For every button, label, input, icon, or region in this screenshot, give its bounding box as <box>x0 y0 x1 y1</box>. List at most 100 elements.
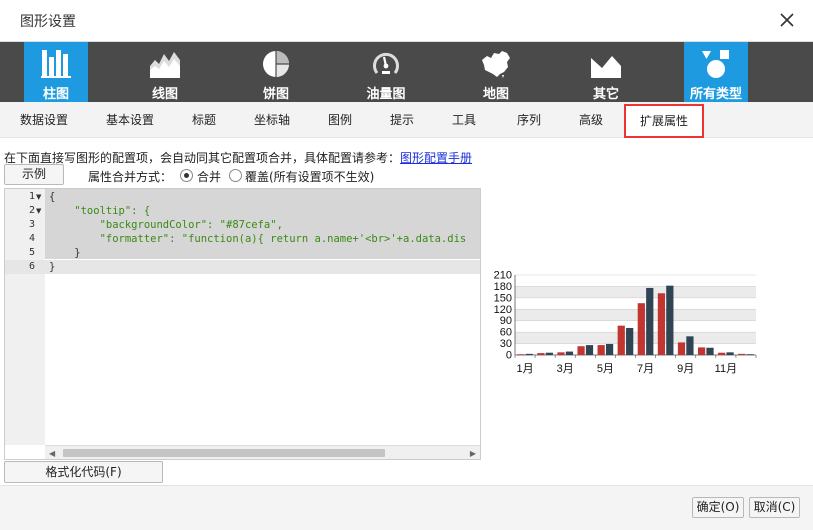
chart-bar <box>666 285 674 355</box>
chart-bar <box>746 354 754 356</box>
line-number: 4 <box>28 233 35 244</box>
chart-y-tick-label: 60 <box>500 327 512 339</box>
chart-type-label: 线图 <box>151 87 178 102</box>
chart-x-tick-label: 7月 <box>637 363 654 375</box>
scrollbar-thumb[interactable] <box>63 449 385 457</box>
chart-bar <box>738 353 746 355</box>
fold-arrow-icon[interactable]: ▼ <box>36 207 41 215</box>
dialog-footer: 确定(O) 取消(C) <box>0 485 813 530</box>
chart-y-tick-label: 210 <box>494 270 512 282</box>
chart-y-tick-label: 120 <box>494 304 512 316</box>
bar-chart-icon <box>41 50 71 78</box>
merge-radio[interactable] <box>180 169 193 182</box>
chart-grid-band <box>515 286 756 298</box>
horizontal-scrollbar[interactable]: ◀ ▶ <box>45 445 480 459</box>
line-number: 6 <box>28 261 35 272</box>
scroll-right-icon[interactable]: ▶ <box>470 449 476 458</box>
chart-type-all-button[interactable]: 所有类型 <box>684 42 748 102</box>
chart-bar <box>726 352 734 355</box>
chart-bar <box>537 353 545 355</box>
chart-type-other-button[interactable]: 其它 <box>574 42 638 102</box>
tab-legend[interactable]: 图例 <box>328 102 352 138</box>
chart-type-label: 饼图 <box>262 87 289 102</box>
chart-type-label: 其它 <box>592 87 619 102</box>
chart-x-tick-label: 11月 <box>715 363 737 375</box>
other-chart-icon <box>591 56 621 78</box>
chart-bar <box>525 353 533 355</box>
chart-bar <box>617 325 625 355</box>
tab-title[interactable]: 标题 <box>192 102 216 138</box>
chart-bar <box>577 346 585 355</box>
tab-basic-settings[interactable]: 基本设置 <box>106 102 154 138</box>
chart-type-label: 地图 <box>482 87 509 102</box>
chart-y-tick-label: 180 <box>494 281 512 293</box>
chart-type-gauge-button[interactable]: 油量图 <box>354 42 418 102</box>
chart-bar <box>605 343 614 355</box>
line-number: 3 <box>28 219 35 230</box>
settings-tabs: 数据设置 基本设置 标题 坐标轴 图例 提示 工具 序列 高级 扩展属性 <box>0 102 813 138</box>
chart-y-tick-label: 90 <box>500 315 512 327</box>
chart-x-tick-label: 1月 <box>516 363 533 375</box>
line-chart-icon <box>150 52 180 78</box>
chart-bar <box>677 342 686 355</box>
tab-axis[interactable]: 坐标轴 <box>254 102 290 138</box>
override-radio[interactable] <box>229 169 242 182</box>
dialog-titlebar: 图形设置 <box>0 0 813 42</box>
chart-bar <box>646 287 654 355</box>
dialog-title: 图形设置 <box>20 14 76 30</box>
cancel-button[interactable]: 取消(C) <box>749 497 800 518</box>
merge-mode-label: 属性合并方式： <box>88 170 173 184</box>
gauge-chart-icon <box>373 52 399 74</box>
line-number: 2 <box>28 205 35 216</box>
chart-type-line-button[interactable]: 线图 <box>133 42 197 102</box>
tab-extended-properties[interactable]: 扩展属性 <box>624 104 705 138</box>
chart-type-pie-button[interactable]: 饼图 <box>244 42 308 102</box>
scroll-left-icon[interactable]: ◀ <box>49 449 55 458</box>
code-line: "tooltip": { <box>49 205 151 217</box>
code-line: } <box>49 261 56 273</box>
chart-bar <box>657 293 666 355</box>
chart-type-label: 所有类型 <box>689 87 742 102</box>
chart-type-label: 柱图 <box>42 87 69 102</box>
tab-advanced[interactable]: 高级 <box>579 102 603 138</box>
chart-x-tick-label: 3月 <box>557 363 574 375</box>
chart-type-label: 油量图 <box>366 87 406 102</box>
chart-bar <box>718 352 726 355</box>
chart-bar <box>697 347 706 355</box>
code-line: "formatter": "function(a){ return a.name… <box>49 233 467 245</box>
chart-bar <box>637 303 645 355</box>
chart-bar <box>706 347 714 355</box>
tab-tooltip[interactable]: 提示 <box>390 102 414 138</box>
chart-bar <box>557 352 565 355</box>
line-number: 1 <box>28 191 35 202</box>
example-button[interactable]: 示例 <box>4 164 64 185</box>
chart-x-tick-label: 9月 <box>677 363 694 375</box>
ok-button[interactable]: 确定(O) <box>692 497 744 518</box>
fold-arrow-icon[interactable]: ▼ <box>36 193 41 201</box>
chart-bar <box>585 345 594 355</box>
all-types-icon <box>702 50 729 78</box>
chart-x-tick-label: 5月 <box>597 363 614 375</box>
code-editor[interactable]: 1 ▼ 2 ▼ 3 4 5 6 { "tooltip": { "backgrou… <box>4 188 481 460</box>
chart-bar <box>565 351 574 355</box>
manual-link[interactable]: 图形配置手册 <box>400 151 472 165</box>
code-line: "backgroundColor": "#87cefa", <box>49 219 283 231</box>
chart-y-tick-label: 0 <box>506 350 512 362</box>
chart-grid-band <box>515 309 756 321</box>
tab-series[interactable]: 序列 <box>517 102 541 138</box>
map-chart-icon <box>482 51 510 78</box>
description-text: 在下面直接写图形的配置项，会自动同其它配置项合并，具体配置请参考： <box>4 151 401 165</box>
merge-radio-label[interactable]: 合并 <box>197 168 221 185</box>
config-description: 在下面直接写图形的配置项，会自动同其它配置项合并，具体配置请参考：图形配置手册 <box>4 149 472 166</box>
chart-type-map-button[interactable]: 地图 <box>464 42 528 102</box>
override-radio-label[interactable]: 覆盖(所有设置项不生效) <box>245 168 374 185</box>
chart-bar <box>597 345 605 355</box>
chart-y-tick-label: 30 <box>500 338 512 350</box>
tab-data-settings[interactable]: 数据设置 <box>20 102 68 138</box>
chart-bar <box>517 354 525 356</box>
chart-type-bar-button[interactable]: 柱图 <box>24 42 88 102</box>
format-code-button[interactable]: 格式化代码(F) <box>4 461 163 483</box>
chart-bar <box>686 336 694 355</box>
close-icon[interactable] <box>779 12 795 28</box>
tab-tools[interactable]: 工具 <box>452 102 476 138</box>
